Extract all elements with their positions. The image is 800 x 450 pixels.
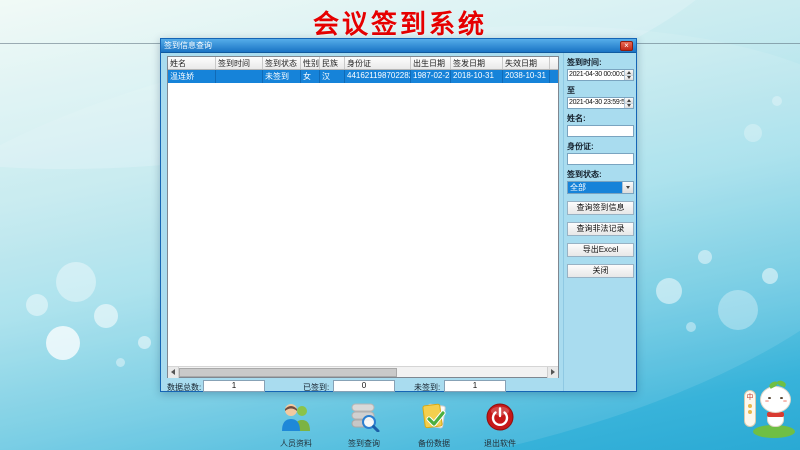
unsigned-count-label: 未签到: (414, 382, 440, 393)
status-selected-value: 全部 (568, 182, 622, 193)
column-header-expiry-date[interactable]: 失效日期 (503, 57, 550, 69)
column-header-gender[interactable]: 性别 (301, 57, 320, 69)
query-invalid-records-button[interactable]: 查询非法记录 (567, 222, 634, 236)
filter-panel: 签到时间: 2021-04-30 00:00:00 至 2021-04-30 2… (563, 53, 637, 391)
toolbar-item-signin-query[interactable]: 签到查询 (334, 402, 394, 449)
column-header-issue-date[interactable]: 签发日期 (451, 57, 503, 69)
database-search-icon (347, 402, 381, 432)
dialog-title: 签到信息查询 (164, 40, 620, 51)
mascot-eye (780, 397, 783, 399)
cell-birth-date: 1987-02-28 (411, 70, 451, 83)
query-signin-button[interactable]: 查询签到信息 (567, 201, 634, 215)
bubble (772, 96, 782, 106)
column-header-id-card[interactable]: 身份证 (345, 57, 411, 69)
cell-sign-time (216, 70, 263, 83)
toolbar-label: 备份数据 (404, 438, 464, 449)
power-icon (483, 402, 517, 432)
mascot-banner: 中 (744, 390, 756, 427)
mascot: 中 (737, 381, 799, 439)
column-header-sign-time[interactable]: 签到时间 (216, 57, 263, 69)
name-label: 姓名: (567, 113, 634, 124)
toolbar-label: 签到查询 (334, 438, 394, 449)
bubble (718, 290, 758, 330)
mascot-banner-dot (748, 410, 752, 414)
toolbar-item-personnel[interactable]: 人员资料 (266, 402, 326, 449)
cell-issue-date: 2018-10-31 (451, 70, 503, 83)
signed-count-field: 0 (333, 380, 395, 392)
table-row[interactable]: 温连娇 未签到 女 汉 441621198702282481 1987-02-2… (168, 70, 558, 83)
bubble (26, 294, 48, 316)
sign-time-to-field[interactable]: 2021-04-30 23:59:59 (567, 97, 634, 109)
cell-status: 未签到 (263, 70, 301, 83)
sign-time-from-field[interactable]: 2021-04-30 00:00:00 (567, 69, 634, 81)
column-header-name[interactable]: 姓名 (168, 57, 216, 69)
backup-icon (417, 402, 451, 432)
table-header-row: 姓名 签到时间 签到状态 性别 民族 身份证 出生日期 签发日期 失效日期 (168, 57, 558, 70)
bubble (46, 326, 80, 360)
total-count-label: 数据总数: (167, 382, 201, 393)
column-header-extra[interactable] (550, 57, 558, 69)
cell-id-card: 441621198702282481 (345, 70, 411, 83)
scroll-left-icon[interactable] (168, 367, 179, 378)
cell-expiry-date: 2038-10-31 (503, 70, 550, 83)
mascot-banner-dot (748, 404, 752, 408)
sign-time-from-value: 2021-04-30 00:00:00 (568, 70, 624, 80)
bubble (56, 262, 96, 302)
mascot-eye (768, 397, 771, 399)
scroll-right-icon[interactable] (547, 367, 558, 378)
total-count-field: 1 (203, 380, 265, 392)
bubble (698, 250, 712, 264)
cell-name: 温连娇 (168, 70, 216, 83)
right-arrow-icon (551, 369, 555, 375)
spinner (624, 70, 633, 80)
unsigned-count-field: 1 (444, 380, 506, 392)
id-card-label: 身份证: (567, 141, 634, 152)
status-combobox[interactable]: 全部 (567, 181, 634, 194)
bubble (94, 304, 118, 328)
signed-count-label: 已签到: (303, 382, 329, 393)
sign-time-to-value: 2021-04-30 23:59:59 (568, 98, 624, 108)
bubble (656, 278, 682, 304)
status-label: 签到状态: (567, 169, 634, 180)
id-card-input[interactable] (567, 153, 634, 165)
column-header-birth-date[interactable]: 出生日期 (411, 57, 451, 69)
toolbar-item-exit[interactable]: 退出软件 (470, 402, 530, 449)
horizontal-scrollbar[interactable] (168, 366, 558, 377)
sign-time-label: 签到时间: (567, 57, 634, 68)
toolbar-item-backup[interactable]: 备份数据 (404, 402, 464, 449)
to-label: 至 (567, 85, 634, 96)
desktop-background: 会议签到系统 签到信息查询 × 姓名 签到时间 签到状态 性别 民族 身份证 出… (0, 0, 800, 450)
spinner-down-icon[interactable] (625, 104, 633, 109)
bubble (138, 336, 151, 349)
cell-gender: 女 (301, 70, 320, 83)
spinner (624, 98, 633, 108)
name-input[interactable] (567, 125, 634, 137)
bubble (116, 358, 125, 367)
bubble (686, 322, 696, 332)
toolbar-label: 退出软件 (470, 438, 530, 449)
cell-extra (550, 70, 558, 83)
spinner-down-icon[interactable] (625, 76, 633, 81)
dialog-titlebar[interactable]: 签到信息查询 × (161, 39, 636, 53)
signin-query-dialog: 签到信息查询 × 姓名 签到时间 签到状态 性别 民族 身份证 出生日期 签发日… (160, 38, 637, 392)
close-icon[interactable]: × (620, 41, 633, 51)
close-button[interactable]: 关闭 (567, 264, 634, 278)
signin-table: 姓名 签到时间 签到状态 性别 民族 身份证 出生日期 签发日期 失效日期 温连… (167, 56, 559, 378)
app-title: 会议签到系统 (0, 4, 800, 41)
people-icon (279, 402, 313, 432)
column-header-status[interactable]: 签到状态 (263, 57, 301, 69)
column-header-ethnic[interactable]: 民族 (320, 57, 345, 69)
scrollbar-thumb[interactable] (179, 368, 397, 377)
bubble (762, 268, 778, 284)
mascot-blush (783, 400, 787, 402)
toolbar-label: 人员资料 (266, 438, 326, 449)
mascot-blush (765, 400, 769, 402)
export-excel-button[interactable]: 导出Excel (567, 243, 634, 257)
chevron-down-icon[interactable] (622, 182, 633, 193)
bubble (744, 124, 762, 142)
left-arrow-icon (171, 369, 175, 375)
mascot-banner-text: 中 (747, 394, 754, 401)
cell-ethnic: 汉 (320, 70, 345, 83)
